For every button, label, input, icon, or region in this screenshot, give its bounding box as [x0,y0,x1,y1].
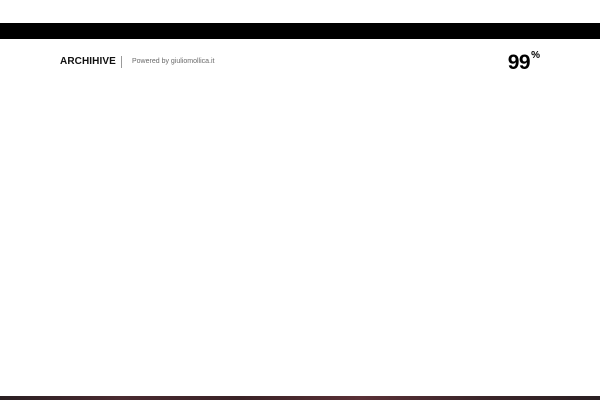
loading-percentage: 99% [508,50,540,76]
top-black-bar [0,23,600,39]
header-divider [121,56,122,68]
bottom-image-strip [0,396,600,400]
loading-unit: % [531,50,540,61]
loading-value: 99 [507,51,531,74]
powered-by-link[interactable]: Powered by giuliomollica.it [132,58,214,65]
brand-logo-link[interactable]: ARCHIHIVE [60,56,116,67]
header: ARCHIHIVE Powered by giuliomollica.it 99… [60,50,540,76]
loading-screen: ARCHIHIVE Powered by giuliomollica.it 99… [0,0,600,400]
